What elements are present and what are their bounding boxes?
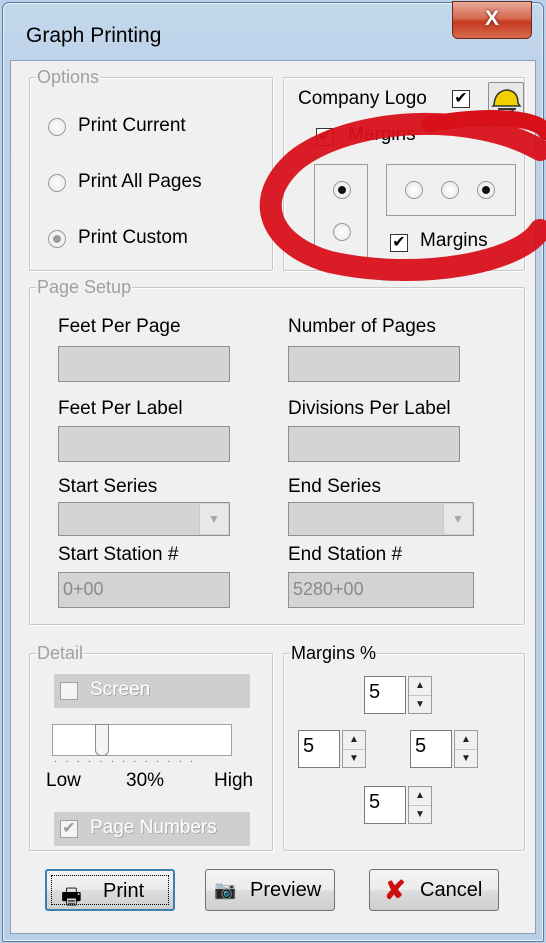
logo-group: Company Logo ✔ ✔ Margins ✔ Margins	[283, 77, 525, 271]
slider-high-label: High	[214, 770, 254, 791]
logo-bottom-radio[interactable]	[333, 223, 351, 241]
margins-top-label: Margins	[348, 124, 416, 145]
slider-low-label: Low	[46, 770, 81, 791]
margin-top-field[interactable]: 5	[364, 676, 406, 714]
printer-icon: 🖶	[61, 884, 82, 909]
logo-left-radio[interactable]	[405, 181, 423, 199]
logo-right-radio[interactable]	[477, 181, 495, 199]
margin-right-spinner[interactable]: ▲ ▼	[454, 730, 478, 768]
screen-checkbox[interactable]	[60, 682, 78, 700]
page-numbers-checkbox[interactable]: ✔	[60, 820, 78, 838]
company-logo-checkbox[interactable]: ✔	[452, 90, 470, 108]
start-station-field[interactable]: 0+00	[58, 572, 230, 608]
end-station-label: End Station #	[288, 544, 403, 565]
chevron-down-icon[interactable]: ▼	[443, 504, 472, 534]
camera-icon: 📷	[214, 880, 237, 900]
page-numbers-checkbox-row[interactable]: ✔ Page Numbers	[54, 812, 250, 846]
logo-position-horizontal	[386, 164, 516, 216]
margins-group: Margins % 5 ▲ ▼ 5 ▲ ▼ 5 ▲ ▼ 5 ▲ ▼	[283, 643, 525, 851]
start-series-select[interactable]: ▼	[58, 502, 230, 536]
margins-bottom-checkbox[interactable]: ✔	[390, 234, 408, 252]
detail-slider-track[interactable]	[52, 724, 232, 756]
feet-per-page-field[interactable]	[58, 346, 230, 382]
margins-legend: Margins %	[290, 643, 378, 663]
print-current-radio[interactable]	[48, 118, 66, 136]
spin-up-icon: ▲	[409, 677, 431, 696]
margin-left-field[interactable]: 5	[298, 730, 340, 768]
margin-right-field[interactable]: 5	[410, 730, 452, 768]
print-current-label: Print Current	[78, 115, 186, 136]
cancel-button[interactable]: ✘ Cancel	[369, 869, 499, 911]
print-custom-label: Print Custom	[78, 227, 188, 248]
preview-button-label: Preview	[250, 879, 322, 901]
spin-down-icon: ▼	[415, 699, 425, 710]
page-setup-legend: Page Setup	[36, 277, 133, 297]
window-title: Graph Printing	[26, 24, 162, 47]
spin-up-icon: ▲	[455, 731, 477, 750]
cancel-x-icon: ✘	[384, 875, 406, 905]
feet-per-label-label: Feet Per Label	[58, 398, 183, 419]
logo-picker-button[interactable]	[488, 82, 524, 118]
slider-ticks: ·············	[54, 756, 202, 767]
close-icon: X	[484, 7, 499, 30]
detail-legend: Detail	[36, 643, 85, 663]
end-station-field[interactable]: 5280+00	[288, 572, 474, 608]
spin-down-icon: ▼	[461, 753, 471, 764]
number-of-pages-label: Number of Pages	[288, 316, 436, 337]
detail-group: Detail Screen ············· Low 30% High…	[29, 643, 273, 851]
print-button[interactable]: 🖶 Print	[45, 869, 175, 911]
margins-top-checkbox[interactable]: ✔	[316, 128, 334, 146]
feet-per-page-label: Feet Per Page	[58, 316, 181, 337]
options-legend: Options	[36, 67, 101, 87]
margin-left-spinner[interactable]: ▲ ▼	[342, 730, 366, 768]
margin-bottom-field[interactable]: 5	[364, 786, 406, 824]
slider-value-label: 30%	[126, 770, 165, 791]
spin-up-icon: ▲	[343, 731, 365, 750]
start-station-label: Start Station #	[58, 544, 179, 565]
screen-label: Screen	[90, 679, 151, 700]
company-logo-label: Company Logo	[298, 88, 427, 109]
hard-hat-icon	[491, 89, 522, 114]
logo-center-radio[interactable]	[441, 181, 459, 199]
options-group: Options Print Current Print All Pages Pr…	[29, 67, 273, 271]
preview-button[interactable]: 📷 Preview	[205, 869, 335, 911]
spin-down-icon: ▼	[349, 753, 359, 764]
end-series-select[interactable]: ▼	[288, 502, 474, 536]
number-of-pages-field[interactable]	[288, 346, 460, 382]
page-numbers-label: Page Numbers	[90, 817, 217, 838]
spin-down-icon: ▼	[415, 809, 425, 820]
divisions-per-label-field[interactable]	[288, 426, 460, 462]
start-series-label: Start Series	[58, 476, 158, 497]
close-button[interactable]: X	[452, 1, 532, 39]
margin-bottom-spinner[interactable]: ▲ ▼	[408, 786, 432, 824]
cancel-button-label: Cancel	[420, 879, 483, 901]
detail-slider-thumb[interactable]	[95, 724, 109, 756]
logo-position-vertical	[314, 164, 368, 260]
feet-per-label-field[interactable]	[58, 426, 230, 462]
end-series-label: End Series	[288, 476, 381, 497]
spin-up-icon: ▲	[409, 787, 431, 806]
divisions-per-label-label: Divisions Per Label	[288, 398, 451, 419]
screen-checkbox-row[interactable]: Screen	[54, 674, 250, 708]
margin-top-spinner[interactable]: ▲ ▼	[408, 676, 432, 714]
page-setup-group: Page Setup Feet Per Page Number of Pages…	[29, 277, 525, 625]
print-all-pages-radio[interactable]	[48, 174, 66, 192]
chevron-down-icon[interactable]: ▼	[199, 504, 228, 534]
logo-top-radio[interactable]	[333, 181, 351, 199]
dialog-client: Options Print Current Print All Pages Pr…	[10, 60, 536, 934]
print-all-pages-label: Print All Pages	[78, 171, 202, 192]
margins-bottom-label: Margins	[420, 230, 488, 251]
print-custom-radio[interactable]	[48, 230, 66, 248]
print-button-label: Print	[103, 880, 145, 902]
